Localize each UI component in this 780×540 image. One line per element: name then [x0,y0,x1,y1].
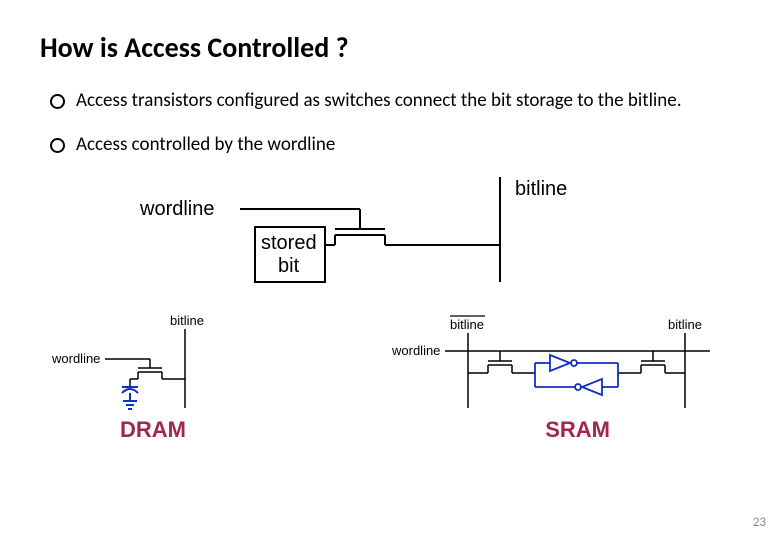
bullet-item: Access transistors configured as switche… [50,89,740,113]
sram-wordline-label: wordline [391,343,440,358]
sram-caption: SRAM [545,417,610,443]
sram-bitline-bar-label: bitline [450,317,484,332]
bitline-label: bitline [515,178,567,200]
main-access-diagram: wordline bitline stored bit [130,177,650,307]
bullet-list: Access transistors configured as switche… [40,89,740,157]
slide-title: How is Access Controlled ? [40,30,740,65]
page-number: 23 [753,515,766,530]
stored-bit-label-1: stored [261,232,317,254]
dram-wordline-label: wordline [51,351,100,366]
wordline-label: wordline [139,198,214,220]
dram-diagram: bitline wordline [50,313,280,413]
bullet-item: Access controlled by the wordline [50,133,740,157]
stored-bit-label-2: bit [278,255,300,277]
sram-bitline-label: bitline [668,317,702,332]
dram-caption: DRAM [120,417,186,443]
sram-diagram: bitline bitline wordline [390,313,730,413]
dram-bitline-label: bitline [170,313,204,328]
